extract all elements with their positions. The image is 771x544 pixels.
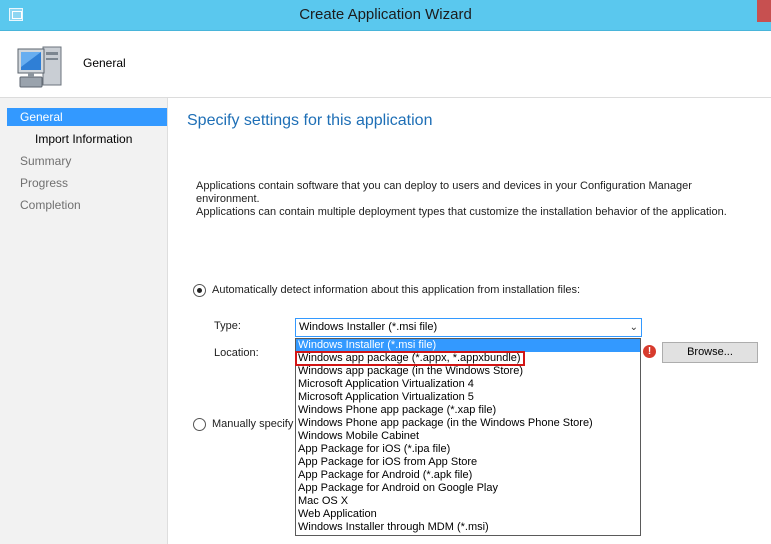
step-summary[interactable]: Summary: [7, 152, 71, 170]
dropdown-option-ipa[interactable]: App Package for iOS (*.ipa file): [296, 443, 640, 456]
auto-detect-label[interactable]: Automatically detect information about t…: [212, 284, 580, 296]
type-dropdown-list[interactable]: Windows Installer (*.msi file) Windows a…: [295, 338, 641, 536]
location-label: Location:: [214, 347, 259, 359]
manual-specify-radio[interactable]: [193, 418, 206, 431]
computer-icon: [17, 46, 62, 88]
intro-line-1: Applications contain software that you c…: [196, 180, 692, 205]
dropdown-option-phone-store[interactable]: Windows Phone app package (in the Window…: [296, 417, 640, 430]
step-general[interactable]: General: [7, 108, 167, 126]
dropdown-option-mdm-msi[interactable]: Windows Installer through MDM (*.msi): [296, 521, 640, 534]
title-bar: Create Application Wizard: [0, 0, 771, 31]
dropdown-option-ios-app-store[interactable]: App Package for iOS from App Store: [296, 456, 640, 469]
page-heading: Specify settings for this application: [187, 112, 433, 129]
dropdown-option-msi[interactable]: Windows Installer (*.msi file): [296, 339, 640, 352]
dropdown-option-appx[interactable]: Windows app package (*.appx, *.appxbundl…: [295, 351, 525, 366]
dropdown-option-windows-store[interactable]: Windows app package (in the Windows Stor…: [296, 365, 640, 378]
intro-text: Applications contain software that you c…: [196, 180, 756, 219]
step-import-information[interactable]: Import Information: [7, 130, 132, 148]
header-title: General: [83, 56, 126, 70]
close-button[interactable]: [757, 0, 771, 22]
type-combobox-value: Windows Installer (*.msi file): [299, 321, 438, 333]
browse-button[interactable]: Browse...: [662, 342, 758, 363]
dropdown-option-web-application[interactable]: Web Application: [296, 508, 640, 521]
wizard-steps-sidebar: General Import Information Summary Progr…: [0, 98, 168, 544]
window-title: Create Application Wizard: [299, 6, 472, 23]
dropdown-option-google-play[interactable]: App Package for Android on Google Play: [296, 482, 640, 495]
dropdown-option-mobile-cabinet[interactable]: Windows Mobile Cabinet: [296, 430, 640, 443]
type-label: Type:: [214, 320, 241, 332]
wizard-header: General: [0, 31, 771, 98]
step-completion[interactable]: Completion: [7, 196, 81, 214]
type-combobox[interactable]: Windows Installer (*.msi file) ⌄: [295, 318, 642, 337]
dropdown-option-apk[interactable]: App Package for Android (*.apk file): [296, 469, 640, 482]
intro-line-2: Applications can contain multiple deploy…: [196, 206, 727, 218]
dropdown-option-xap[interactable]: Windows Phone app package (*.xap file): [296, 404, 640, 417]
error-icon: !: [643, 345, 656, 358]
dropdown-option-app-v4[interactable]: Microsoft Application Virtualization 4: [296, 378, 640, 391]
dropdown-option-app-v5[interactable]: Microsoft Application Virtualization 5: [296, 391, 640, 404]
auto-detect-radio[interactable]: [193, 284, 206, 297]
chevron-down-icon[interactable]: ⌄: [630, 319, 638, 336]
step-progress[interactable]: Progress: [7, 174, 68, 192]
manual-specify-label[interactable]: Manually specify t: [212, 418, 299, 430]
dropdown-option-mac-os-x[interactable]: Mac OS X: [296, 495, 640, 508]
